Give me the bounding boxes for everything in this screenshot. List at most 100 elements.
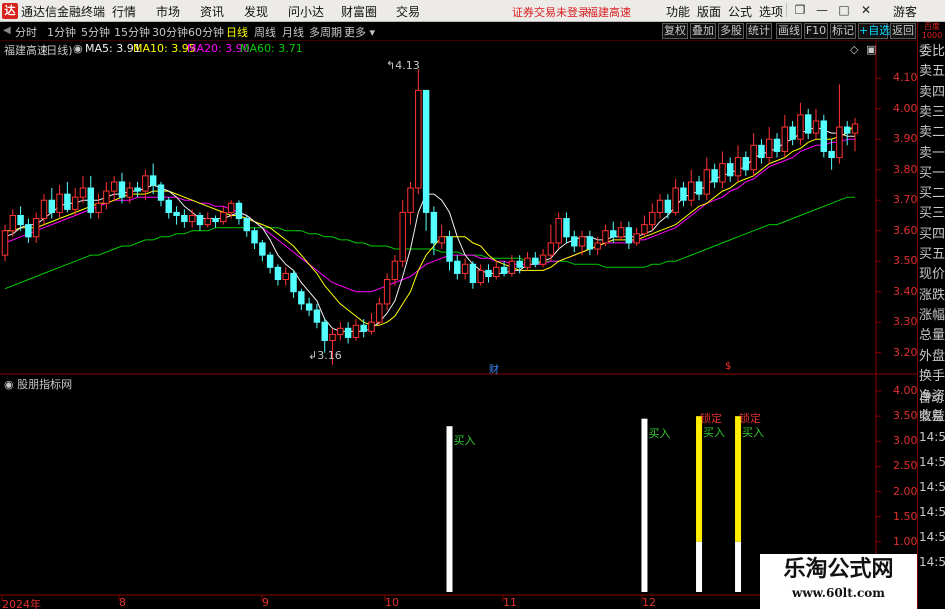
period-weekly[interactable]: 周线 (254, 24, 276, 40)
sidebar-item[interactable]: 换手 (919, 367, 945, 387)
period-60min[interactable]: 60分钟 (188, 24, 224, 40)
menu-shichang[interactable]: 市场 (156, 3, 180, 20)
menu-jiaoyi[interactable]: 交易 (396, 3, 420, 20)
candle-body (157, 184, 165, 201)
buy-signal-label: 买入 (648, 426, 671, 440)
candle-body (695, 181, 703, 195)
menu-banmian[interactable]: 版面 (697, 3, 721, 20)
menu-wenxiaoda[interactable]: 问小达 (288, 3, 324, 20)
candle-body (625, 227, 633, 244)
candle-body (610, 230, 617, 238)
period-fenshi[interactable]: 分时 (15, 24, 37, 40)
menu-divider (786, 3, 787, 17)
candle-body (305, 303, 313, 311)
candle-body (516, 260, 523, 268)
kline-chart[interactable] (0, 41, 917, 609)
chart-menu-icon[interactable]: ▣ (866, 43, 876, 57)
sidebar-item[interactable]: 买一 (919, 164, 945, 184)
finance-marker[interactable]: 财 (489, 361, 499, 376)
low-price-note: ↲3.16 (308, 349, 342, 362)
sidebar-item[interactable]: 买四 (919, 225, 945, 245)
chart-canvas[interactable] (0, 41, 917, 609)
candle-body (571, 236, 578, 247)
sidebar-item[interactable]: 委比 (919, 42, 945, 62)
f10-button[interactable]: F10 (804, 23, 828, 39)
candle-body (298, 291, 305, 305)
sidebar-item[interactable]: 买三 (919, 204, 945, 224)
skin-icon[interactable]: ❐ (792, 2, 808, 18)
close-icon[interactable]: ✕ (858, 2, 874, 18)
y-tick-label: 4.10 (893, 71, 918, 85)
candle-body (438, 236, 445, 244)
buy-signal-label: 买入 (703, 426, 726, 440)
menu-zixun[interactable]: 资讯 (200, 3, 224, 20)
back-button[interactable]: 返回 (890, 23, 916, 39)
statistics-button[interactable]: 统计 (746, 23, 772, 39)
signal-bar-white (446, 426, 453, 592)
candle-body (804, 114, 812, 134)
period-5min[interactable]: 5分钟 (81, 24, 110, 40)
menu-caifuquan[interactable]: 财富圈 (341, 3, 377, 20)
menu-hangqing[interactable]: 行情 (112, 3, 136, 20)
sidebar-item[interactable]: 总量 (919, 326, 945, 346)
multi-stock-button[interactable]: 多股 (718, 23, 744, 39)
draw-line-button[interactable]: 画线 (776, 23, 802, 39)
sub-y-tick-label: 3.50 (893, 409, 918, 423)
menu-gongneng[interactable]: 功能 (666, 3, 690, 20)
sidebar-item[interactable]: 现价 (919, 265, 945, 285)
maximize-icon[interactable]: □ (836, 2, 852, 18)
sidebar-item[interactable]: 卖四 (919, 83, 945, 103)
guest-login[interactable]: 游客 (893, 3, 917, 20)
sidebar-item[interactable]: 卖一 (919, 144, 945, 164)
menu-gongshi[interactable]: 公式 (728, 3, 752, 20)
candle-body (188, 214, 196, 223)
sidebar-item[interactable]: 涨幅 (919, 306, 945, 326)
period-multi[interactable]: 多周期 (309, 24, 342, 40)
period-1min[interactable]: 1分钟 (47, 24, 76, 40)
candle-body (446, 236, 453, 262)
dividend-marker[interactable]: $ (725, 361, 731, 372)
chart-expand-icon[interactable]: ◇ (850, 43, 858, 57)
high-price-value: 4.13 (395, 59, 420, 72)
sidebar-item[interactable]: 卖三 (919, 103, 945, 123)
trade-login-status[interactable]: 证券交易未登录 (512, 4, 589, 20)
period-daily[interactable]: 日线 (226, 24, 248, 40)
candle-body (383, 279, 391, 305)
indicator-toggle-icon[interactable]: ◉ (73, 42, 83, 56)
period-monthly[interactable]: 月线 (282, 24, 304, 40)
menu-faxian[interactable]: 发现 (244, 3, 268, 20)
fuquan-button[interactable]: 复权 (662, 23, 688, 39)
sidebar-item[interactable]: 涨跌 (919, 286, 945, 306)
nav-back-icon[interactable]: ◀ (3, 25, 13, 37)
sidebar-item[interactable]: 外盘 (919, 347, 945, 367)
candle-body (344, 327, 352, 338)
sub-indicator-name: 股朋指标网 (17, 378, 73, 391)
period-more[interactable]: 更多 ▾ (344, 24, 375, 40)
sidebar-item[interactable]: 买五 (919, 245, 945, 265)
candle-body (87, 187, 95, 213)
candle-body (851, 123, 859, 134)
candle-body (742, 157, 750, 171)
signal-bar-yellow (696, 416, 703, 542)
period-30min[interactable]: 30分钟 (152, 24, 188, 40)
sidebar-item[interactable]: 卖五 (919, 62, 945, 82)
candle-body (586, 236, 594, 250)
period-15min[interactable]: 15分钟 (114, 24, 150, 40)
minimize-icon[interactable]: — (814, 2, 830, 18)
candle-body (469, 263, 477, 284)
candle-body (781, 126, 789, 152)
overlay-button[interactable]: 叠加 (690, 23, 716, 39)
candle-body (563, 218, 570, 238)
sidebar-item[interactable]: 卖二 (919, 123, 945, 143)
menu-xuanxiang[interactable]: 选项 (759, 3, 783, 20)
candle-body (235, 202, 243, 220)
candle-body (173, 211, 180, 216)
sidebar-item[interactable]: 买二 (919, 184, 945, 204)
y-tick-label: 3.50 (893, 254, 918, 268)
x-tick-label: 11 (503, 596, 517, 609)
add-favorite-button[interactable]: +自选 (858, 23, 890, 39)
signal-bar-white (641, 418, 648, 592)
sidebar-top-label[interactable]: 百度 1000 (918, 22, 945, 42)
mark-button[interactable]: 标记 (830, 23, 856, 39)
trade-time: 14:56 (919, 530, 945, 544)
